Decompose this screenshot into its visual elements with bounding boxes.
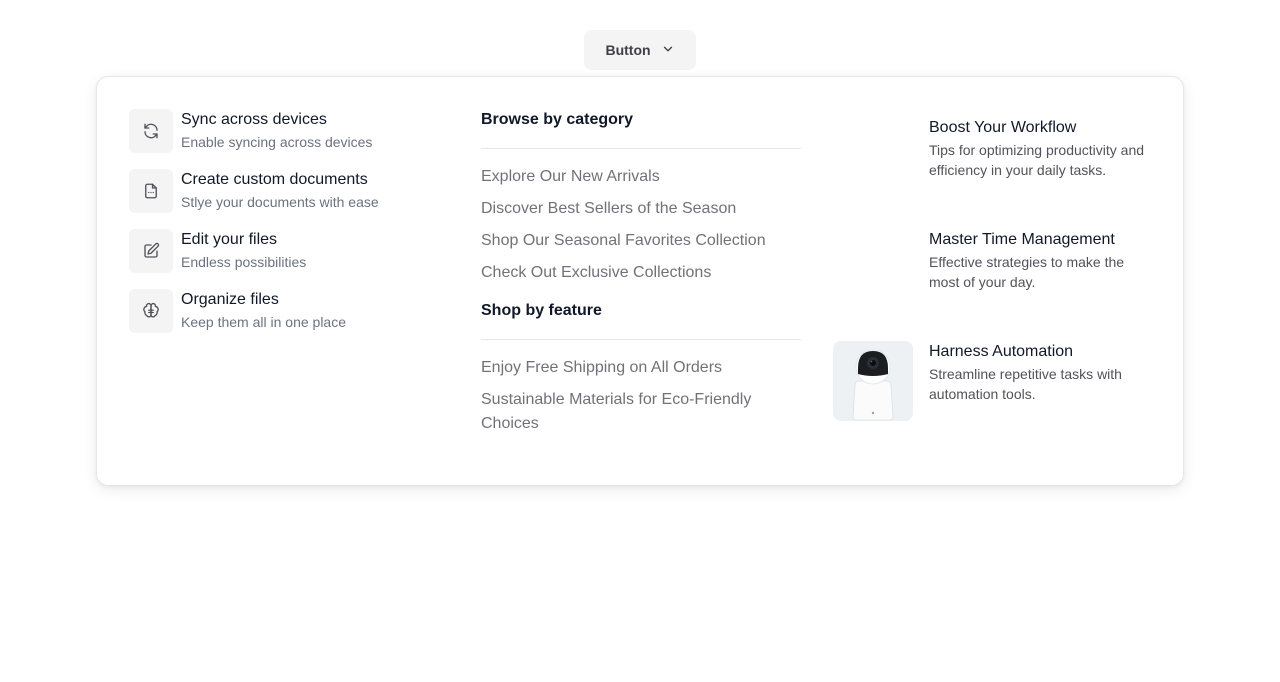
edit-icon <box>129 229 173 273</box>
feature-item-organize[interactable]: Organize files Keep them all in one plac… <box>129 289 429 349</box>
browse-link[interactable]: Discover Best Sellers of the Season <box>481 197 801 221</box>
resource-item-automation[interactable]: Harness Automation Streamline repetitive… <box>833 341 1163 453</box>
browse-link[interactable]: Check Out Exclusive Collections <box>481 261 801 285</box>
browse-link-list: Explore Our New Arrivals Discover Best S… <box>481 149 801 285</box>
feature-title: Organize files <box>181 291 279 308</box>
feature-title: Create custom documents <box>181 171 368 188</box>
menu-trigger-label: Button <box>605 42 651 58</box>
resource-thumbnail-placeholder <box>833 117 913 197</box>
resource-description: Effective strategies to make the most of… <box>929 254 1125 290</box>
resource-item-time[interactable]: Master Time Management Effective strateg… <box>833 229 1163 341</box>
browse-link[interactable]: Shop Our Seasonal Favorites Collection <box>481 229 801 253</box>
categories-column: Browse by category Explore Our New Arriv… <box>481 109 801 444</box>
resource-thumbnail-placeholder <box>833 229 913 309</box>
shop-link-list: Enjoy Free Shipping on All Orders Sustai… <box>481 340 801 436</box>
feature-item-sync[interactable]: Sync across devices Enable syncing acros… <box>129 109 429 169</box>
features-column: Sync across devices Enable syncing acros… <box>129 109 429 349</box>
browse-heading: Browse by category <box>481 109 801 149</box>
shop-link[interactable]: Sustainable Materials for Eco-Friendly C… <box>481 388 801 436</box>
brain-icon <box>129 289 173 333</box>
feature-title: Edit your files <box>181 231 278 248</box>
dropdown-menu-panel: Sync across devices Enable syncing acros… <box>96 76 1184 486</box>
chevron-down-icon <box>661 42 675 59</box>
resource-item-workflow[interactable]: Boost Your Workflow Tips for optimizing … <box>833 117 1163 229</box>
feature-description: Stlye your documents with ease <box>181 194 379 210</box>
resource-title: Harness Automation <box>929 343 1074 360</box>
menu-trigger-button[interactable]: Button <box>584 30 696 70</box>
sync-icon <box>129 109 173 153</box>
resource-title: Boost Your Workflow <box>929 119 1077 136</box>
resource-description: Tips for optimizing productivity and eff… <box>929 142 1145 178</box>
browse-link[interactable]: Explore Our New Arrivals <box>481 165 801 189</box>
security-camera-image <box>833 341 913 421</box>
shop-heading: Shop by feature <box>481 300 801 340</box>
resources-column: Boost Your Workflow Tips for optimizing … <box>833 117 1163 453</box>
document-icon <box>129 169 173 213</box>
feature-description: Keep them all in one place <box>181 314 346 330</box>
shop-link[interactable]: Enjoy Free Shipping on All Orders <box>481 356 801 380</box>
feature-title: Sync across devices <box>181 111 327 128</box>
feature-description: Enable syncing across devices <box>181 134 373 150</box>
feature-item-edit[interactable]: Edit your files Endless possibilities <box>129 229 429 289</box>
feature-description: Endless possibilities <box>181 254 307 270</box>
feature-item-documents[interactable]: Create custom documents Stlye your docum… <box>129 169 429 229</box>
resource-description: Streamline repetitive tasks with automat… <box>929 366 1122 402</box>
resource-title: Master Time Management <box>929 231 1115 248</box>
